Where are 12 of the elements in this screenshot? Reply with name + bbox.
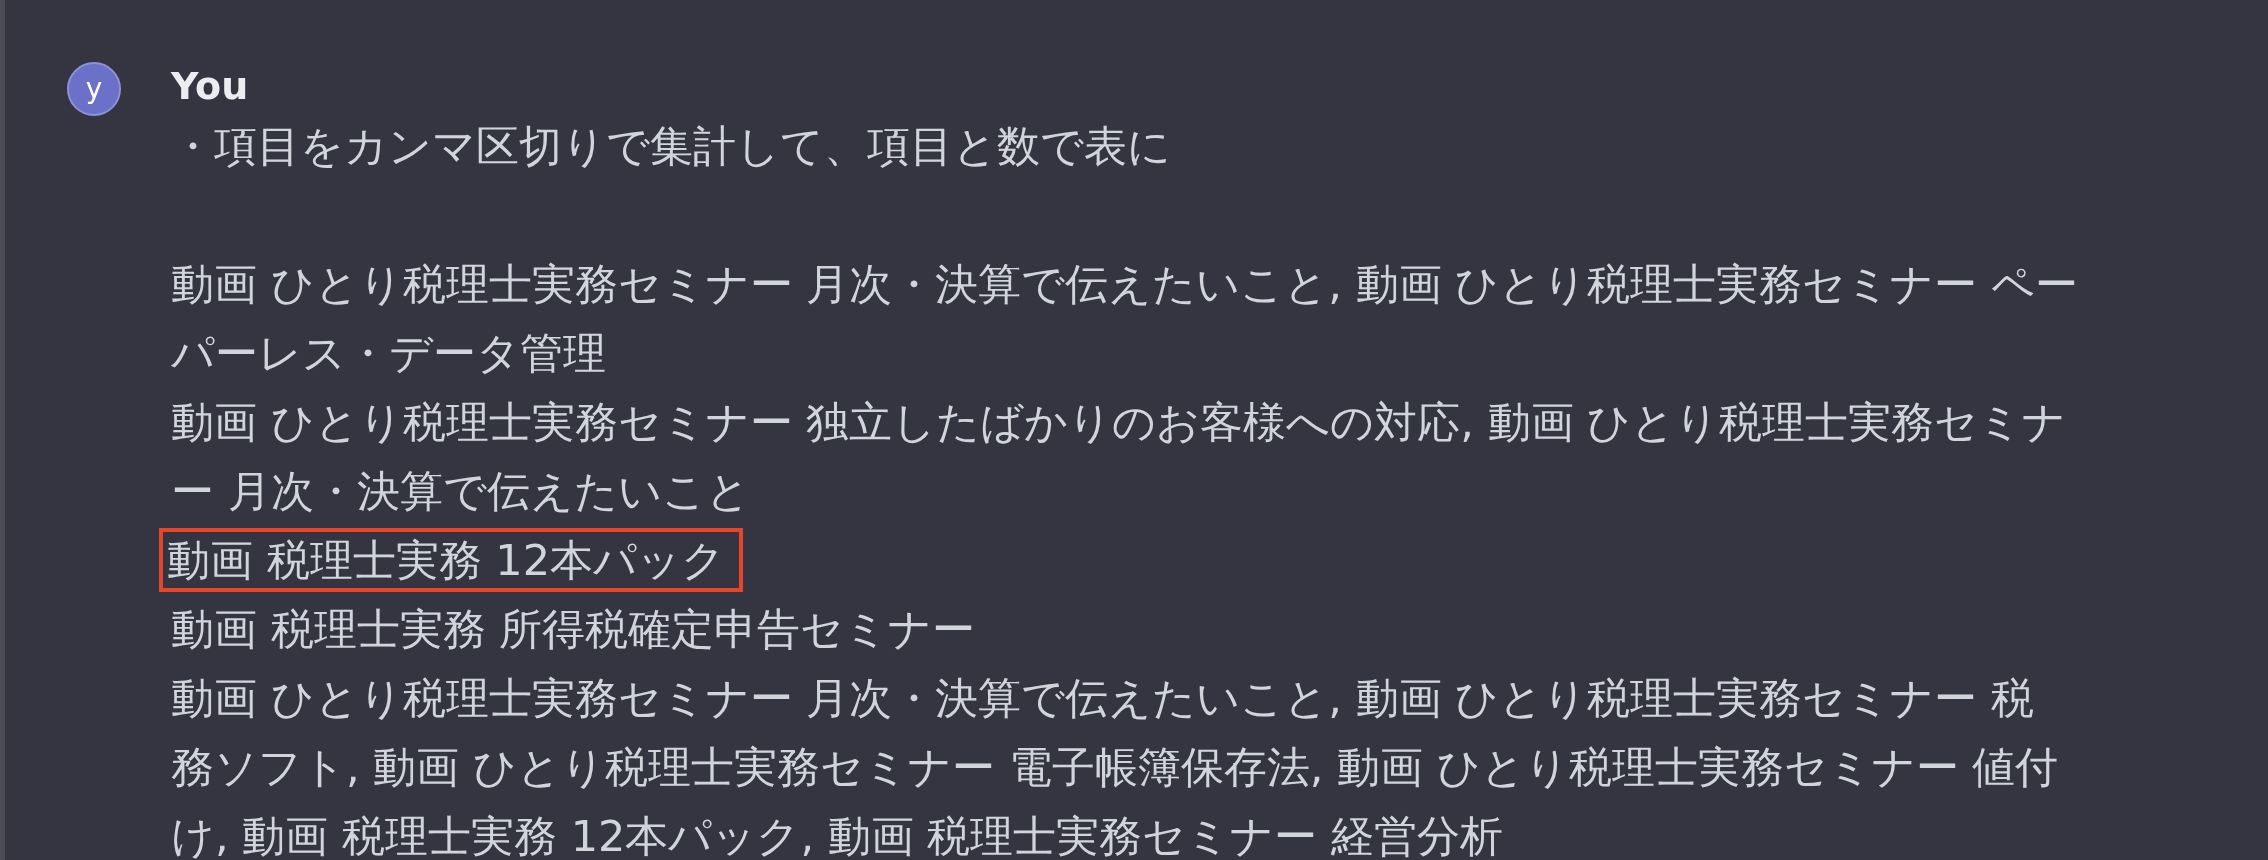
- message-text: 務ソフト, 動画 ひとり税理士実務セミナー 電子帳簿保存法, 動画 ひとり税理士実務セミナー 値付: [171, 741, 2059, 794]
- highlighted-text: 動画 税理士実務 12本パック: [159, 528, 744, 592]
- user-avatar: y: [67, 62, 121, 116]
- message-text: 動画 ひとり税理士実務セミナー 月次・決算で伝えたいこと, 動画 ひとり税理士実務セミナー 税: [171, 672, 2034, 725]
- instruction-text: ・項目をカンマ区切りで集計して、項目と数で表に: [171, 120, 1171, 173]
- message-text: 動画 ひとり税理士実務セミナー 独立したばかりのお客様への対応, 動画 ひとり税理士実務セミナ: [171, 396, 2067, 449]
- message-text: 動画 税理士実務 所得税確定申告セミナー: [171, 603, 976, 656]
- message-text: け, 動画 税理士実務 12本パック, 動画 税理士実務セミナー 経営分析: [171, 810, 1504, 860]
- message-text: ー 月次・決算で伝えたいこと: [171, 465, 750, 518]
- message-text: 動画 ひとり税理士実務セミナー 月次・決算で伝えたいこと, 動画 ひとり税理士実務セミナー ペー: [171, 258, 2078, 311]
- message-text: パーレス・データ管理: [171, 327, 606, 380]
- author-name: You: [171, 63, 250, 110]
